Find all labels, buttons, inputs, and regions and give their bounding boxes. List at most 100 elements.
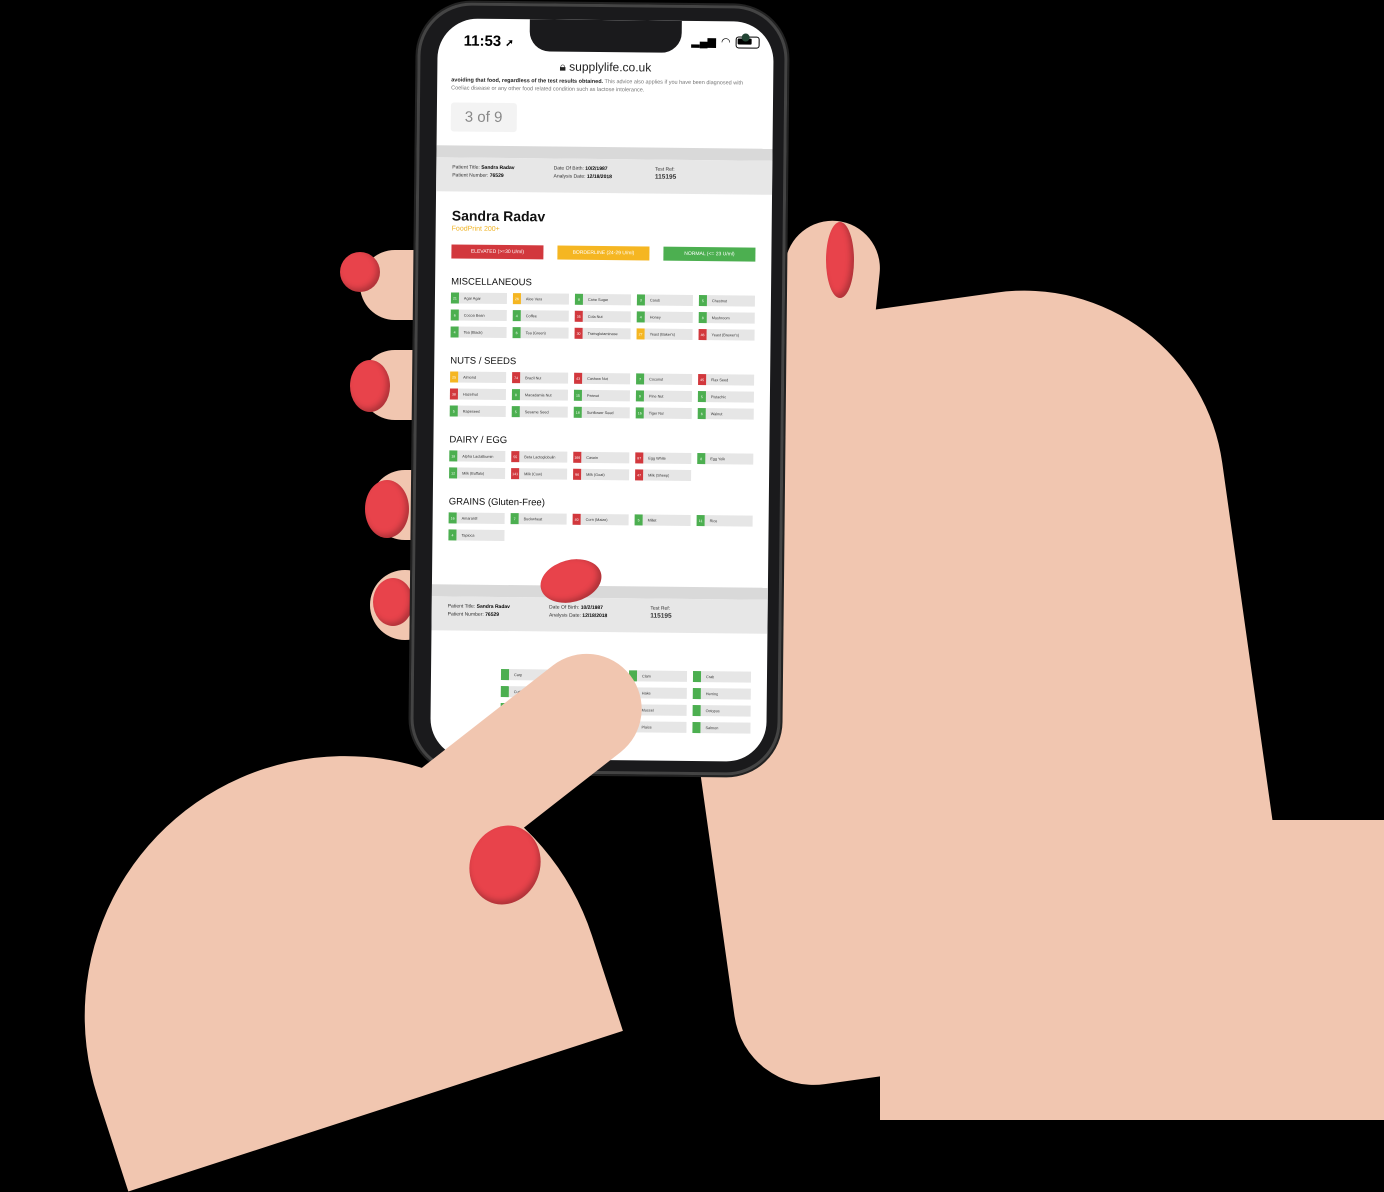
food-item: 55 Beta Lactoglobulin [511,451,568,463]
result-value-badge: 46 [698,329,707,341]
camera-icon [741,33,750,42]
patient-name: Sandra Radav [451,207,546,225]
patient-header: Patient Title: Sandra Radav Patient Numb… [436,157,773,195]
food-item: 5 Pistachio [697,391,754,403]
result-value-badge [692,687,701,700]
food-name: Cola Nut [587,314,603,319]
food-item: 5 Millet [634,514,691,526]
food-item: 8 Cane Sugar [574,293,631,306]
food-item: 5 Rapeseed [449,405,506,418]
food-name: Egg White [648,456,666,461]
result-value-badge: 26 [512,293,521,305]
advice-text: avoiding that food, regardless of the te… [437,76,773,96]
result-value-badge: 74 [512,372,521,384]
food-name: Transglutaminase [587,331,618,336]
header2-col-patient: Patient Title: Sandra Radav Patient Numb… [448,602,550,625]
food-name: Macadamia Nut [524,392,552,398]
food-name: Coffee [525,313,537,318]
result-value-badge: 5 [511,406,520,418]
status-time: 11:53 ➚ [464,33,514,51]
legend-elevated: ELEVATED (>=30 U/ml) [451,244,544,260]
food-name: Chestnut [711,298,728,303]
food-item: 6 Cocoa Bean [450,309,507,322]
result-value-badge: 18 [573,406,582,418]
food-name: Casein [586,455,599,460]
food-name: Buckwheat [523,516,543,521]
food-item: 6 Walnut [697,408,754,420]
result-value-badge: 4 [512,310,521,322]
lock-icon: 🔒︎ [559,59,566,74]
food-name: Pistachio [710,394,727,399]
section-title: MISCELLANEOUS [451,276,532,289]
advice-bold: avoiding that food, regardless of the te… [451,77,604,86]
result-value-badge: 55 [511,451,520,463]
page-counter: 3 of 9 [450,102,517,133]
food-name: Honey [649,315,661,320]
food-name: Almond [463,375,477,380]
result-value-badge: 5 [449,405,458,417]
dob-label: Date Of Birth: [553,165,584,172]
food-name: Clam [641,673,651,679]
food-grid: 16 Amaranth 7 Buckwheat 40 Corn (Maize) 5 Mille… [448,512,753,543]
food-item: 47 Milk (Sheep) [635,469,692,481]
patient-title-label: Patient Title: [452,164,480,171]
patient-number-value: 76529 [485,611,500,618]
food-item: Herring [692,687,751,700]
result-value-badge: 45 [698,374,707,386]
food-name: Alpha Lactalbumin [462,454,494,459]
result-value-badge: 11 [696,515,705,527]
result-value-badge [692,721,701,734]
food-name: Amaranth [461,516,479,521]
food-item: 16 Tiger Nut [635,407,692,419]
patient-number-label: Patient Number: [452,172,489,179]
food-name: Milk (Cow) [524,471,543,476]
patient-header-2: Patient Title: Sandra Radav Patient Numb… [431,596,768,634]
food-name: Cashew Nut [587,376,608,381]
food-name: Sesame Seed [524,409,549,414]
result-value-badge: 141 [511,468,520,480]
food-item: 15 Peanut [573,389,630,402]
result-value-badge: 7 [510,513,519,525]
address-bar[interactable]: 🔒︎ supplylife.co.uk [437,58,773,77]
food-item: 40 Corn (Maize) [572,513,629,526]
food-name: Tiger Nut [648,411,665,416]
food-name: Milk (Buffalo) [462,471,485,476]
food-name: Corn (Maize) [585,517,608,522]
result-value-badge: 9 [635,390,644,402]
food-name: Mushroom [711,315,730,320]
food-item: 166 Casein [573,451,630,464]
analysis-date-label: Analysis Date: [553,173,586,180]
patient-number-label: Patient Number: [447,611,484,618]
nail [350,360,390,412]
food-name: Yeast (Baker's) [649,332,676,337]
food-item: Octopus [692,704,751,717]
results-card: Sandra Radav FoodPrint 200+ ELEVATED (>=… [432,207,771,544]
food-name: Hazelnut [462,392,478,397]
analysis-date-value: 12/18/2018 [582,612,608,620]
food-item: 4 Tapioca [448,529,505,542]
nail [340,252,380,292]
food-name: Flax Seed [711,377,729,382]
time-text: 11:53 [463,32,502,50]
food-item: 3 Carob [636,294,693,306]
web-page: avoiding that food, regardless of the te… [430,76,773,750]
food-item: 45 Flax Seed [698,374,755,386]
food-name: Beta Lactoglobulin [524,454,556,460]
result-value-badge: 16 [448,512,457,524]
result-value-badge: 166 [573,451,582,463]
result-value-badge: 43 [574,372,583,384]
food-name: Agar Agar [463,296,481,301]
test-ref-label: Test Ref: [654,166,675,173]
test-ref-value: 115195 [650,612,672,620]
result-value-badge: 38 [449,388,458,400]
result-value-badge: 15 [573,389,582,401]
food-item: 18 Sunflower Seed [573,406,630,419]
analysis-date-label: Analysis Date: [548,612,581,619]
result-value-badge: 8 [697,453,706,465]
result-value-badge: 8 [698,312,707,324]
result-value-badge: 16 [635,407,644,419]
food-name: Carob [649,298,661,303]
nail [373,578,413,626]
legend-normal: NORMAL (<= 23 U/ml) [663,246,756,262]
food-item: 16 Amaranth [448,512,505,525]
